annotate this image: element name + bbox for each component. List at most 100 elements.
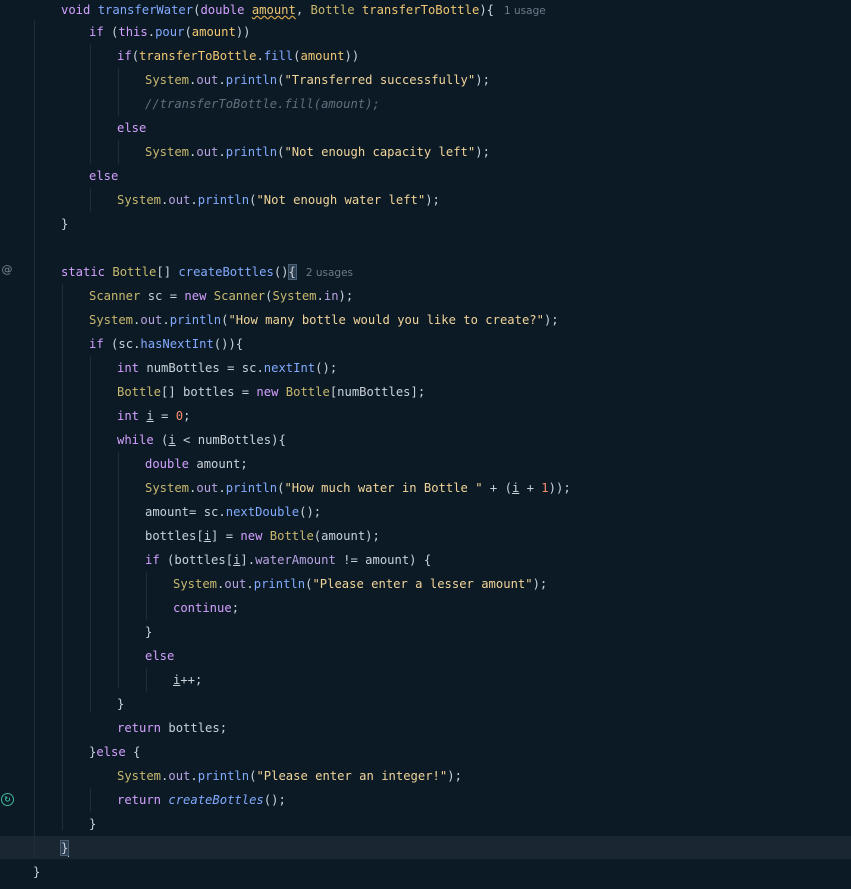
matched-brace: } [59,840,70,856]
string-literal: "Transferred successfully" [284,73,476,87]
code-line: }else { [89,740,140,764]
indent-guide [146,572,147,620]
code-line: void transferWater(double amount, Bottle… [61,3,546,17]
code-line: else [117,116,146,140]
type-name[interactable]: System [117,769,161,783]
type-name[interactable]: System [145,481,189,495]
keyword: return [117,793,162,807]
parameter[interactable]: transferToBottle [362,3,479,17]
parameter[interactable]: transferToBottle [139,49,256,63]
static-field[interactable]: out [224,577,246,591]
type-name[interactable]: Scanner [89,289,140,303]
punctuation: ); [338,289,354,303]
static-field[interactable]: out [196,73,218,87]
mutable-variable[interactable]: i [168,433,175,447]
static-field[interactable]: out [140,313,162,327]
override-marker-icon[interactable]: @ [1,264,13,276]
code-line: if (this.pour(amount)) [89,25,251,39]
variable[interactable]: sc [204,505,219,519]
indent-guide [118,452,119,688]
variable: numBottles = [139,361,242,375]
variable[interactable]: sc [118,337,133,351]
variable[interactable]: sc [242,361,257,375]
type-name[interactable]: System [89,313,133,327]
mutable-variable[interactable]: i [146,409,153,423]
punctuation: ); [425,193,440,207]
type-name[interactable]: Bottle [311,3,355,17]
keyword: else [117,121,147,135]
method-call[interactable]: pour [155,25,184,39]
punctuation: [] [156,265,179,279]
punctuation: ( [153,433,169,447]
method-call[interactable]: createBottles [168,793,263,807]
type-name[interactable]: System [173,577,217,591]
code-editor[interactable]: @ ↻ void transferWater(double amount, Bo… [0,0,851,889]
keyword: int [117,361,140,375]
code-line: while (i < numBottles){ [117,428,286,452]
indent-guide [90,44,91,164]
current-line-highlight [0,836,851,859]
keyword: if [89,25,104,39]
recursion-call-icon[interactable]: ↻ [1,793,14,806]
method-call[interactable]: println [226,73,277,87]
punctuation: ()){ [213,337,244,351]
static-field[interactable]: out [196,481,218,495]
parameter[interactable]: amount [192,25,236,39]
code-line: int numBottles = sc.nextInt(); [117,361,338,375]
punctuation: )) [344,49,360,63]
method-call[interactable]: println [226,481,277,495]
method-call[interactable]: println [170,313,221,327]
type-name[interactable]: Bottle [117,385,161,399]
field[interactable]: waterAmount [255,553,336,567]
method-call[interactable]: println [254,577,305,591]
method-call[interactable]: hasNextInt [140,337,213,351]
type-name[interactable]: System [145,73,189,87]
usages-hint[interactable]: 1 usage [504,5,546,17]
punctuation: )); [548,481,571,495]
static-field[interactable]: out [168,193,190,207]
keyword: while [117,433,154,447]
variable: amount; [189,457,248,471]
string-literal: "How much water in Bottle " [284,481,483,495]
type-name[interactable]: System [272,289,316,303]
parameter[interactable]: amount [252,3,296,17]
static-field[interactable]: out [168,769,190,783]
punctuation: (amount); [313,529,380,543]
punctuation: (); [315,361,338,375]
code-line: i++; [173,668,202,692]
type-name[interactable]: Bottle [286,385,330,399]
code-line: System.out.println("Not enough water lef… [117,193,440,207]
type-name[interactable]: Scanner [214,289,265,303]
keyword: double [145,457,190,471]
code-line: } [59,836,70,860]
method-call[interactable]: println [198,769,249,783]
number-literal: 0 [175,409,184,423]
punctuation: ]. [240,553,256,567]
type-name[interactable]: System [145,145,189,159]
method-call[interactable]: println [226,145,277,159]
type-name[interactable]: Bottle [112,265,156,279]
punctuation: ); [475,145,490,159]
static-field[interactable]: in [324,289,339,303]
type-name[interactable]: System [117,193,161,207]
string-literal: "Please enter a lesser amount" [312,577,533,591]
mutable-variable[interactable]: i [204,529,211,543]
indent-guide [118,140,119,164]
method-call[interactable]: fill [264,49,293,63]
method-call[interactable]: println [198,193,249,207]
usages-hint[interactable]: 2 usages [306,267,353,279]
indent-guide [90,788,91,812]
method-call[interactable]: nextInt [264,361,315,375]
method-name[interactable]: createBottles [178,265,273,279]
punctuation: )) [235,25,251,39]
code-line: } [33,865,41,879]
code-line: return bottles; [117,716,227,740]
keyword: int [117,409,140,423]
method-call[interactable]: nextDouble [226,505,299,519]
code-line: } [145,625,153,639]
code-line: } [117,697,125,711]
type-name[interactable]: Bottle [270,529,314,543]
static-field[interactable]: out [196,145,218,159]
method-name[interactable]: transferWater [98,3,193,17]
parameter[interactable]: amount [300,49,344,63]
